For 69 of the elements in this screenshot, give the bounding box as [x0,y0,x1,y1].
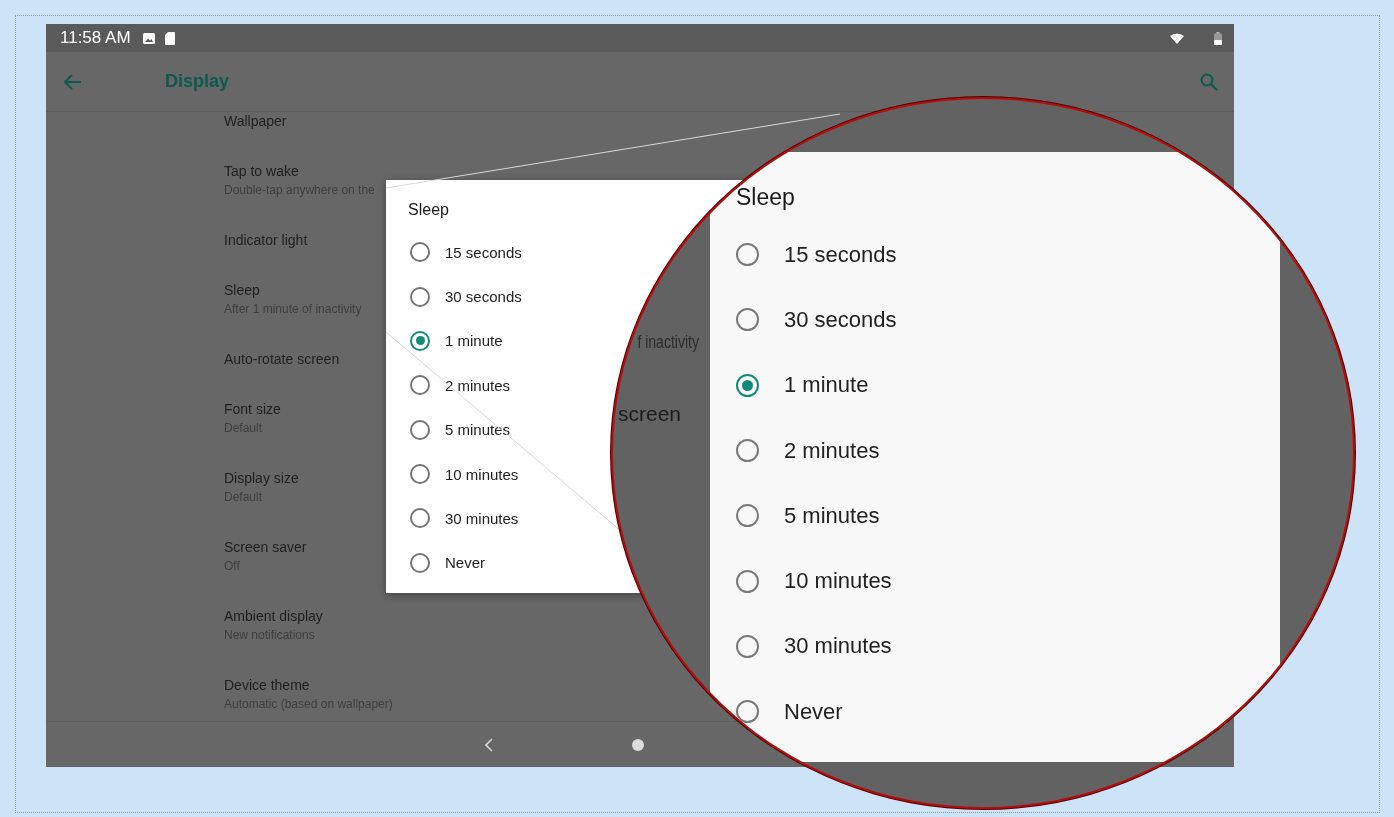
option-label: Never [784,698,843,725]
option-label: 10 minutes [445,465,519,483]
setting-title: Auto-rotate screen [224,350,340,369]
setting-title: Font size [224,400,281,419]
setting-title: Indicator light [224,231,308,250]
option-label: 5 minutes [445,421,511,439]
setting-title: Wallpaper [224,112,287,131]
radio-option[interactable]: 2 minutes [408,363,511,408]
radio-button[interactable] [736,504,759,528]
radio-option[interactable]: 1 minute [736,352,869,418]
radio-button[interactable] [410,552,430,573]
setting-title: Ambient display [224,607,323,626]
radio-option[interactable]: Never [408,540,485,585]
option-label: 30 seconds [445,288,522,306]
radio-button[interactable] [410,375,430,396]
radio-button[interactable] [736,569,759,593]
radio-option[interactable]: 30 seconds [736,287,897,353]
status-time: 11:58 AM [60,28,131,48]
setting-title: Device theme [224,676,310,695]
dialog-title: Sleep [736,183,795,211]
sd-card-icon [164,31,175,45]
setting-title: Sleep [224,281,260,300]
option-label: 30 minutes [784,633,892,660]
option-label: 2 minutes [445,376,511,394]
radio-option[interactable]: 10 minutes [408,451,519,497]
radio-button[interactable] [410,330,430,351]
radio-button[interactable] [410,242,430,263]
option-label: 15 seconds [784,241,897,268]
radio-option[interactable]: 5 minutes [408,407,511,452]
radio-option[interactable]: 1 minute [408,318,503,364]
option-label: 30 seconds [784,306,897,333]
radio-option[interactable]: 30 minutes [408,496,519,541]
page-title: Display [165,71,230,92]
dialog-title: Sleep [408,200,449,220]
setting-title: Tap to wake [224,162,299,181]
radio-button[interactable] [410,419,430,440]
option-label: 15 seconds [445,243,522,261]
setting-title: Screen saver [224,538,307,557]
option-label: 1 minute [784,372,869,399]
magnified-text: screen [618,402,682,426]
image-icon [142,32,155,44]
option-label: 30 minutes [445,509,519,527]
radio-option[interactable]: 15 seconds [408,230,522,275]
radio-option[interactable]: Never [736,679,843,745]
radio-option[interactable]: 15 seconds [736,222,897,288]
radio-option[interactable]: 30 seconds [408,274,522,319]
option-label: 2 minutes [784,437,880,464]
battery-icon [1214,31,1222,45]
option-label: 1 minute [445,332,503,350]
radio-button[interactable] [736,243,759,267]
radio-button[interactable] [736,373,759,397]
nav-back-icon[interactable] [485,737,493,752]
radio-button[interactable] [736,308,759,332]
radio-button[interactable] [736,439,759,463]
radio-option[interactable]: 10 minutes [736,548,892,614]
option-label: 10 minutes [784,568,892,595]
nav-home-icon[interactable] [632,738,644,751]
option-label: Never [445,554,485,572]
radio-button[interactable] [410,464,430,485]
radio-option[interactable]: 5 minutes [736,483,880,549]
radio-button[interactable] [736,700,759,724]
option-label: 5 minutes [784,502,880,529]
radio-option[interactable]: 2 minutes [736,417,880,484]
radio-option[interactable]: 30 minutes [736,613,892,680]
wifi-icon [1170,32,1184,44]
radio-button[interactable] [736,634,759,658]
radio-button[interactable] [410,286,430,307]
radio-button[interactable] [410,508,430,529]
setting-title: Display size [224,469,299,488]
